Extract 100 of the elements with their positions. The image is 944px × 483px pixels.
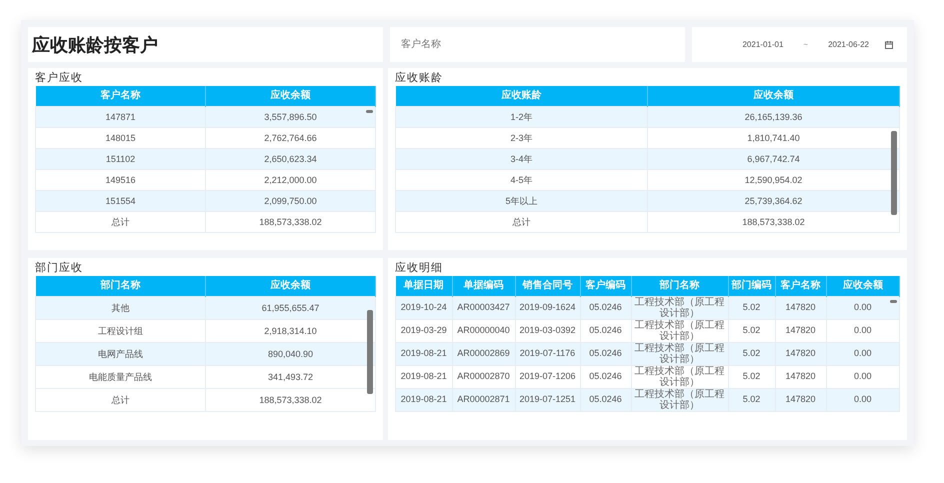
total-cell: 总计	[36, 388, 206, 412]
table-cell: 0.00	[826, 388, 900, 412]
table-cell: 147820	[775, 342, 826, 366]
column-header: 客户编码	[580, 276, 631, 296]
page-title: 应收账龄按客户	[32, 34, 158, 56]
table-cell: 05.0246	[580, 320, 631, 342]
column-header: 客户名称	[36, 86, 206, 106]
table-cell: 3,557,896.50	[206, 106, 376, 128]
table-cell: 2019-03-29	[396, 320, 452, 342]
table-cell: 151554	[36, 190, 206, 212]
table-cell: 12,590,954.02	[648, 170, 900, 190]
table-cell: 3-4年	[396, 148, 648, 170]
table-cell: 05.0246	[580, 342, 631, 366]
table-cell: 05.0246	[580, 366, 631, 388]
panel-title: 应收明细	[395, 260, 444, 276]
table-cell: 工程技术部（原工程设计部）	[631, 388, 728, 412]
column-header: 应收账龄	[396, 86, 648, 106]
column-header: 部门名称	[631, 276, 728, 296]
column-header: 应收余额	[826, 276, 900, 296]
scrollbar-thumb[interactable]	[367, 310, 373, 394]
table-cell: 工程技术部（原工程设计部）	[631, 366, 728, 388]
table-cell: 5年以上	[396, 190, 648, 212]
table-cell: 890,040.90	[206, 342, 376, 366]
table-cell: 2-3年	[396, 128, 648, 148]
scrollbar-thumb[interactable]	[890, 300, 897, 303]
table-cell: 25,739,364.62	[648, 190, 900, 212]
table-cell: 工程技术部（原工程设计部）	[631, 296, 728, 320]
table-cell: 0.00	[826, 320, 900, 342]
column-header: 单据编码	[452, 276, 515, 296]
scrollbar-thumb[interactable]	[366, 110, 373, 113]
table-cell: 2019-07-1206	[515, 366, 580, 388]
table-cell: 147820	[775, 320, 826, 342]
column-header: 应收余额	[206, 86, 376, 106]
table-cell: 1,810,741.40	[648, 128, 900, 148]
calendar-icon[interactable]	[885, 40, 893, 48]
table-cell: 1-2年	[396, 106, 648, 128]
table-cell: 5.02	[728, 388, 775, 412]
table-cell: 5.02	[728, 296, 775, 320]
date-separator: ~	[803, 40, 808, 49]
table-cell: 151102	[36, 148, 206, 170]
table-cell: 147820	[775, 296, 826, 320]
scrollbar-thumb[interactable]	[891, 131, 897, 215]
table-cell: 26,165,139.36	[648, 106, 900, 128]
table-cell: 电能质量产品线	[36, 366, 206, 388]
table-cell: 5.02	[728, 320, 775, 342]
table-cell: 2,099,750.00	[206, 190, 376, 212]
total-cell: 188,573,338.02	[206, 388, 376, 412]
date-range-field[interactable]: 2021-01-01 ~ 2021-06-22	[692, 27, 907, 62]
table-cell: 147820	[775, 366, 826, 388]
table-cell: 341,493.72	[206, 366, 376, 388]
table-cell: 4-5年	[396, 170, 648, 190]
table-cell: 其他	[36, 296, 206, 320]
table-cell: 电网产品线	[36, 342, 206, 366]
table-cell: 61,955,655.47	[206, 296, 376, 320]
table-cell: 05.0246	[580, 296, 631, 320]
column-header: 单据日期	[396, 276, 452, 296]
table-cell: 149516	[36, 170, 206, 190]
table-cell: 5.02	[728, 366, 775, 388]
table-cell: AR00002871	[452, 388, 515, 412]
end-date: 2021-06-22	[828, 40, 869, 49]
table-cell: 6,967,742.74	[648, 148, 900, 170]
table-cell: AR00000040	[452, 320, 515, 342]
panel-title: 应收账龄	[395, 70, 444, 86]
column-header: 销售合同号	[515, 276, 580, 296]
total-cell: 188,573,338.02	[206, 212, 376, 232]
table-cell: 0.00	[826, 342, 900, 366]
table-cell: 2019-07-1176	[515, 342, 580, 366]
table-cell: 工程设计组	[36, 320, 206, 342]
table-cell: 2019-08-21	[396, 388, 452, 412]
table-cell: 2,918,314.10	[206, 320, 376, 342]
table-cell: 2,762,764.66	[206, 128, 376, 148]
table-cell: 2,212,000.00	[206, 170, 376, 190]
table-cell: 148015	[36, 128, 206, 148]
table-cell: 0.00	[826, 366, 900, 388]
total-cell: 总计	[36, 212, 206, 232]
total-cell: 188,573,338.02	[648, 212, 900, 232]
column-header: 部门编码	[728, 276, 775, 296]
table-cell: 2019-09-1624	[515, 296, 580, 320]
panel-title: 部门应收	[35, 260, 84, 276]
column-header: 应收余额	[648, 86, 900, 106]
table-cell: 05.0246	[580, 388, 631, 412]
table-cell: 2019-08-21	[396, 366, 452, 388]
table-cell: 工程技术部（原工程设计部）	[631, 320, 728, 342]
total-cell: 总计	[396, 212, 648, 232]
table-cell: 0.00	[826, 296, 900, 320]
column-header: 应收余额	[206, 276, 376, 296]
table-cell: 2019-10-24	[396, 296, 452, 320]
table-cell: 147871	[36, 106, 206, 128]
table-cell: 2,650,623.34	[206, 148, 376, 170]
table-cell: 5.02	[728, 342, 775, 366]
table-cell: 147820	[775, 388, 826, 412]
column-header: 部门名称	[36, 276, 206, 296]
table-cell: AR00002869	[452, 342, 515, 366]
table-cell: 2019-07-1251	[515, 388, 580, 412]
table-cell: 2019-08-21	[396, 342, 452, 366]
start-date: 2021-01-01	[742, 40, 784, 49]
table-cell: AR00002870	[452, 366, 515, 388]
customer-name-field[interactable]: 客户名称	[390, 27, 685, 62]
table-cell: 2019-03-0392	[515, 320, 580, 342]
panel-title: 客户应收	[35, 70, 84, 86]
